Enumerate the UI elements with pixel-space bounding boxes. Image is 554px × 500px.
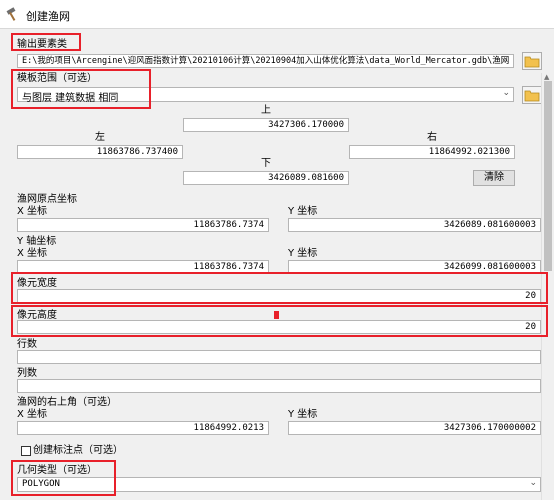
y-axis-y-label: Y 坐标 [288, 248, 318, 259]
chevron-down-icon: ⌄ [529, 478, 537, 488]
label-points-checkbox[interactable] [21, 446, 31, 456]
origin-x-input[interactable]: 11863786.7374 [17, 218, 269, 232]
extent-bottom-label: 下 [261, 158, 271, 169]
window-title: 创建渔网 [26, 10, 70, 23]
extent-right-input[interactable]: 11864992.021300 [349, 145, 515, 159]
columns-input[interactable] [17, 379, 541, 393]
output-features-input[interactable]: E:\我的项目\Arcengine\迎风面指数计算\20210106计算\202… [17, 54, 514, 68]
opposite-corner-x-label: X 坐标 [17, 409, 48, 420]
output-browse-button[interactable] [522, 52, 542, 70]
template-extent-value: 与图层 建筑数据 相同 [22, 93, 119, 104]
opposite-corner-x-input[interactable]: 11864992.0213 [17, 421, 269, 435]
extent-top-input[interactable]: 3427306.170000 [183, 118, 349, 132]
geometry-type-label: 几何类型（可选） [17, 465, 97, 476]
chevron-down-icon: ⌄ [502, 88, 510, 98]
dialog-content: 输出要素类 E:\我的项目\Arcengine\迎风面指数计算\20210106… [0, 29, 554, 500]
origin-y-input[interactable]: 3426089.081600003 [288, 218, 541, 232]
origin-y-label: Y 坐标 [288, 206, 318, 217]
clear-button[interactable]: 清除 [473, 170, 515, 186]
extent-right-label: 右 [427, 132, 437, 143]
extent-left-label: 左 [95, 132, 105, 143]
cell-width-input[interactable]: 20 [17, 289, 541, 303]
highlight-marker [274, 311, 279, 319]
opposite-corner-y-label: Y 坐标 [288, 409, 318, 420]
folder-icon [524, 90, 540, 102]
opposite-corner-y-input[interactable]: 3427306.170000002 [288, 421, 541, 435]
opposite-corner-label: 渔网的右上角（可选） [17, 397, 117, 408]
hammer-icon [6, 7, 16, 21]
template-extent-select[interactable]: 与图层 建筑数据 相同 ⌄ [17, 87, 514, 104]
scroll-up-icon: ▲ [544, 73, 550, 81]
origin-label: 渔网原点坐标 [17, 194, 77, 205]
vertical-scrollbar[interactable]: ▲ [541, 73, 554, 500]
rows-input[interactable] [17, 350, 541, 364]
scrollbar-thumb[interactable] [544, 81, 552, 271]
origin-x-label: X 坐标 [17, 206, 48, 217]
y-axis-x-input[interactable]: 11863786.7374 [17, 260, 269, 274]
geometry-type-select[interactable]: POLYGON ⌄ [17, 477, 541, 492]
label-points-label: 创建标注点（可选） [33, 445, 123, 456]
output-features-label: 输出要素类 [17, 39, 67, 50]
title-bar: 创建渔网 [0, 0, 554, 29]
folder-icon [524, 56, 540, 68]
template-browse-button[interactable] [522, 86, 542, 104]
geometry-type-value: POLYGON [22, 479, 60, 489]
y-axis-label: Y 轴坐标 [17, 236, 57, 247]
extent-bottom-input[interactable]: 3426089.081600 [183, 171, 349, 185]
template-extent-label: 模板范围（可选） [17, 73, 97, 84]
y-axis-x-label: X 坐标 [17, 248, 48, 259]
extent-top-label: 上 [261, 105, 271, 116]
extent-left-input[interactable]: 11863786.737400 [17, 145, 183, 159]
cell-height-input[interactable]: 20 [17, 320, 541, 334]
y-axis-y-input[interactable]: 3426099.081600003 [288, 260, 541, 274]
